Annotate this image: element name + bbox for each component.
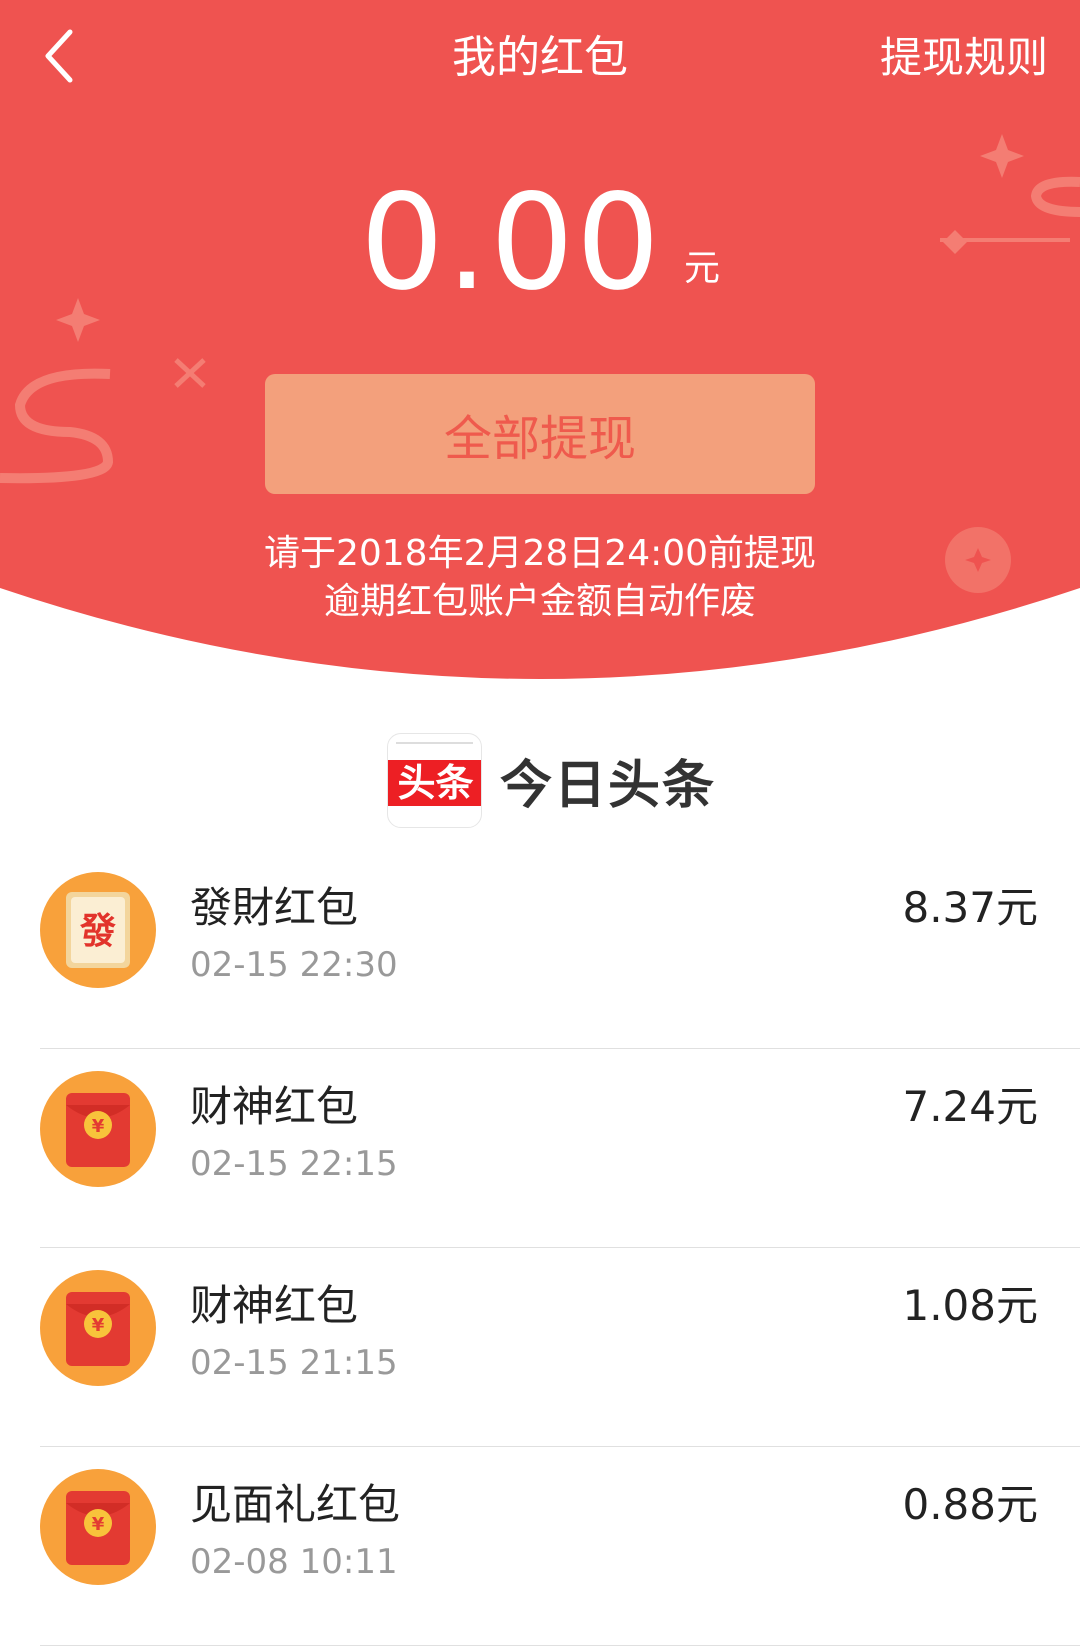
balance-header: 我的红包 提现规则 0.00 元 全部提现 请于2018年2月28日24:00前提… xyxy=(0,0,1080,700)
yuan-glyph: ¥ xyxy=(92,1116,105,1137)
packet-time: 02-15 21:15 xyxy=(190,1343,398,1383)
packet-amount: 7.24元 xyxy=(902,1082,1038,1131)
toutiao-logo-text: 头条 xyxy=(388,760,481,806)
list-item[interactable]: ¥ 见面礼红包 02-08 10:11 0.88元 xyxy=(40,1447,1080,1646)
balance-display: 0.00 元 xyxy=(0,168,1080,318)
packet-time: 02-15 22:30 xyxy=(190,945,398,985)
packet-amount: 8.37元 xyxy=(902,883,1038,932)
red-packet-list: 發 發財红包 02-15 22:30 8.37元 ¥ 财神红包 02-15 22… xyxy=(40,850,1080,1646)
withdraw-rules-link[interactable]: 提现规则 xyxy=(880,28,1048,88)
packet-amount: 0.88元 xyxy=(902,1480,1038,1529)
packet-time: 02-08 10:11 xyxy=(190,1542,398,1582)
red-envelope-icon: ¥ xyxy=(40,1469,156,1585)
balance-amount: 0.00 xyxy=(360,166,662,320)
list-item[interactable]: ¥ 财神红包 02-15 21:15 1.08元 xyxy=(40,1248,1080,1447)
toutiao-logo: 头条 xyxy=(387,733,482,828)
balance-unit: 元 xyxy=(683,248,720,289)
expiry-notice-line2: 逾期红包账户金额自动作废 xyxy=(323,581,756,622)
yuan-glyph: ¥ xyxy=(92,1315,105,1336)
expiry-notice: 请于2018年2月28日24:00前提现 逾期红包账户金额自动作废 xyxy=(0,530,1080,626)
packet-amount: 1.08元 xyxy=(902,1281,1038,1330)
packet-time: 02-15 22:15 xyxy=(190,1144,398,1184)
withdraw-all-button[interactable]: 全部提现 xyxy=(265,374,815,494)
brand-name: 今日头条 xyxy=(500,756,717,816)
list-item[interactable]: ¥ 财神红包 02-15 22:15 7.24元 xyxy=(40,1049,1080,1248)
packet-name: 见面礼红包 xyxy=(190,1480,401,1529)
fa-char: 發 xyxy=(79,911,116,952)
expiry-notice-line1: 请于2018年2月28日24:00前提现 xyxy=(263,533,817,574)
yuan-glyph: ¥ xyxy=(92,1514,105,1535)
packet-name: 财神红包 xyxy=(190,1281,359,1330)
list-item[interactable]: 發 發財红包 02-15 22:30 8.37元 xyxy=(40,850,1080,1049)
fa-cai-card-icon: 發 xyxy=(40,872,156,988)
packet-name: 财神红包 xyxy=(190,1082,359,1131)
red-envelope-icon: ¥ xyxy=(40,1270,156,1386)
packet-name: 發財红包 xyxy=(190,883,359,932)
red-envelope-icon: ¥ xyxy=(40,1071,156,1187)
brand-header: 头条 今日头条 xyxy=(387,733,716,828)
